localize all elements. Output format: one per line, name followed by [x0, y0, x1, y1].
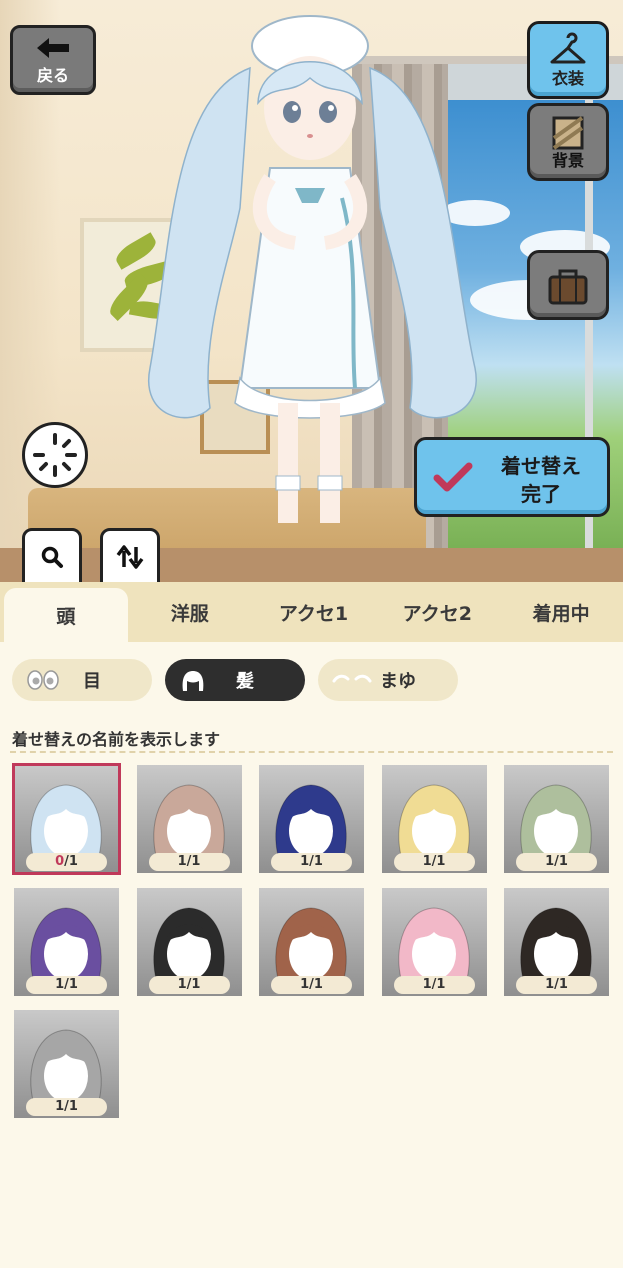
- hair-item[interactable]: 1/1: [504, 887, 609, 996]
- tab-wearing[interactable]: 着用中: [499, 582, 623, 642]
- item-name-hint: 着せ替えの名前を表示します: [12, 730, 221, 749]
- item-count: 1/1: [516, 975, 597, 994]
- subcategory-eyebrow-label: まゆ: [380, 671, 416, 692]
- bed-cover: [0, 548, 623, 582]
- hair-item[interactable]: 1/1: [259, 887, 364, 996]
- hair-item[interactable]: 1/1: [14, 1010, 119, 1118]
- item-count-owned: 1: [55, 976, 65, 992]
- back-button-label: 戻る: [36, 66, 69, 85]
- item-count-total: 1: [191, 976, 201, 992]
- finish-dressup-button[interactable]: 着せ替え 完了: [414, 437, 610, 517]
- sort-button[interactable]: [100, 528, 160, 582]
- subcategory-eye[interactable]: 目: [12, 659, 152, 701]
- item-count-total: 1: [191, 854, 201, 869]
- sort-arrows-icon: [116, 545, 144, 569]
- checkmark-icon: [433, 462, 473, 492]
- rotate-button[interactable]: [22, 422, 88, 488]
- item-count: 1/1: [26, 1098, 107, 1116]
- arrow-left-icon: [37, 38, 69, 58]
- item-count: 1/1: [393, 975, 475, 994]
- hair-item[interactable]: 1/1: [14, 887, 119, 996]
- item-count-total: 1: [68, 976, 78, 992]
- zoom-button[interactable]: [22, 528, 82, 582]
- item-count: 1/1: [148, 975, 230, 994]
- hair-item[interactable]: 0/1: [12, 763, 121, 875]
- tab-head[interactable]: 頭: [4, 588, 128, 642]
- item-count: 1/1: [393, 853, 475, 871]
- costume-button[interactable]: 衣装: [527, 21, 609, 99]
- magnifier-icon: [41, 546, 63, 568]
- item-count-total: 1: [436, 976, 446, 992]
- background-button[interactable]: 背景: [527, 103, 609, 181]
- tab-clothes[interactable]: 洋服: [128, 582, 252, 642]
- item-count-owned: 1: [422, 854, 432, 869]
- category-tabs: 頭 洋服 アクセ1 アクセ2 着用中: [0, 582, 623, 642]
- back-button[interactable]: 戻る: [10, 25, 96, 95]
- finish-dressup-label: 着せ替え 完了: [501, 454, 581, 506]
- item-count-owned: 1: [55, 1099, 65, 1114]
- item-count-total: 1: [558, 976, 568, 992]
- tab-accessory-2[interactable]: アクセ2: [375, 582, 499, 642]
- hair-item[interactable]: 1/1: [136, 765, 242, 873]
- item-count-total: 1: [68, 854, 78, 869]
- loading-spinner-icon: [33, 433, 77, 477]
- background-button-label: 背景: [551, 151, 584, 170]
- item-count-total: 1: [313, 854, 323, 869]
- item-count-owned: 1: [177, 854, 187, 869]
- subcategory-hair-label: 髪: [236, 671, 254, 692]
- tab-accessory-1[interactable]: アクセ1: [252, 582, 376, 642]
- item-count-total: 1: [68, 1099, 78, 1114]
- item-count-owned: 0: [55, 854, 65, 869]
- costume-button-label: 衣装: [551, 69, 584, 88]
- item-count-owned: 1: [177, 976, 187, 992]
- item-count-owned: 1: [545, 854, 555, 869]
- item-count: 1/1: [271, 853, 352, 871]
- bag-button[interactable]: [527, 250, 609, 320]
- item-count-total: 1: [558, 854, 568, 869]
- hair-item[interactable]: 1/1: [381, 887, 487, 996]
- suitcase-icon: [548, 269, 588, 305]
- hair-item[interactable]: 1/1: [504, 765, 609, 873]
- hair-item[interactable]: 1/1: [381, 765, 487, 873]
- item-count-owned: 1: [422, 976, 432, 992]
- item-count: 1/1: [148, 853, 230, 871]
- item-count-owned: 1: [545, 976, 555, 992]
- dashed-divider: [10, 751, 613, 753]
- item-count: 0/1: [26, 853, 107, 871]
- subcategory-eye-label: 目: [83, 671, 101, 692]
- item-count-total: 1: [436, 854, 446, 869]
- item-count: 1/1: [271, 975, 352, 994]
- character-preview-scene: 戻る 衣装 背景 着せ替え 完了: [0, 0, 623, 582]
- hair-item[interactable]: 1/1: [259, 765, 364, 873]
- item-count-owned: 1: [300, 976, 310, 992]
- subcategory-eyebrow[interactable]: まゆ: [318, 659, 458, 701]
- item-count: 1/1: [26, 975, 107, 994]
- subcategory-hair[interactable]: 髪: [165, 659, 305, 701]
- item-count: 1/1: [516, 853, 597, 871]
- item-count-owned: 1: [300, 854, 310, 869]
- hair-item[interactable]: 1/1: [136, 887, 242, 996]
- item-count-total: 1: [313, 976, 323, 992]
